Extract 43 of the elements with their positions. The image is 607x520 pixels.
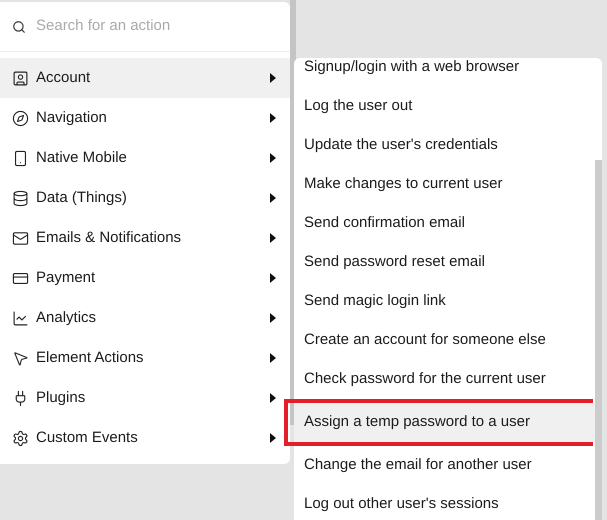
cursor-icon	[12, 350, 29, 366]
category-label: Emails & Notifications	[36, 228, 182, 248]
category-label: Payment	[36, 268, 96, 288]
line-chart-icon	[12, 310, 29, 326]
search-icon	[12, 20, 26, 34]
caret-icon	[270, 153, 276, 163]
category-item[interactable]: Account	[0, 58, 290, 98]
category-label: Account	[36, 68, 92, 88]
submenu-item[interactable]: Assign a temp password to a user	[294, 403, 595, 442]
caret-icon	[270, 433, 276, 443]
caret-icon	[270, 73, 276, 83]
category-label: Data (Things)	[36, 188, 128, 208]
category-label: Native Mobile	[36, 148, 128, 168]
submenu-item[interactable]: Make changes to current user	[294, 165, 595, 204]
submenu-item[interactable]: Send password reset email	[294, 243, 595, 282]
caret-icon	[270, 353, 276, 363]
category-label: Element Actions	[36, 348, 145, 368]
submenu-item[interactable]: Change the email for another user	[294, 446, 595, 485]
phone-icon	[12, 150, 29, 166]
caret-icon	[270, 193, 276, 203]
settings-icon	[12, 430, 29, 446]
database-icon	[12, 190, 29, 206]
submenu-item[interactable]: Log the user out	[294, 87, 595, 126]
compass-icon	[12, 110, 29, 126]
submenu-item[interactable]: Update the user's credentials	[294, 126, 595, 165]
caret-icon	[270, 273, 276, 283]
submenu-item[interactable]: Send magic login link	[294, 282, 595, 321]
category-label: Plugins	[36, 388, 86, 408]
submenu-item[interactable]: Log out other user's sessions	[294, 485, 595, 520]
caret-icon	[270, 313, 276, 323]
submenu-item[interactable]: Check password for the current user	[294, 360, 595, 399]
caret-icon	[270, 233, 276, 243]
person-card-icon	[12, 70, 29, 86]
caret-icon	[270, 113, 276, 123]
category-label: Custom Events	[36, 428, 139, 448]
search-field[interactable]: Search for an action	[36, 15, 290, 38]
submenu-item[interactable]: Signup/login with a web browser	[294, 48, 595, 87]
category-label: Navigation	[36, 108, 108, 128]
caret-icon	[270, 393, 276, 403]
submenu-item[interactable]: Send confirmation email	[294, 204, 595, 243]
category-label: Analytics	[36, 308, 98, 328]
submenu-item[interactable]: Create an account for someone else	[294, 321, 595, 360]
envelope-icon	[12, 230, 29, 246]
